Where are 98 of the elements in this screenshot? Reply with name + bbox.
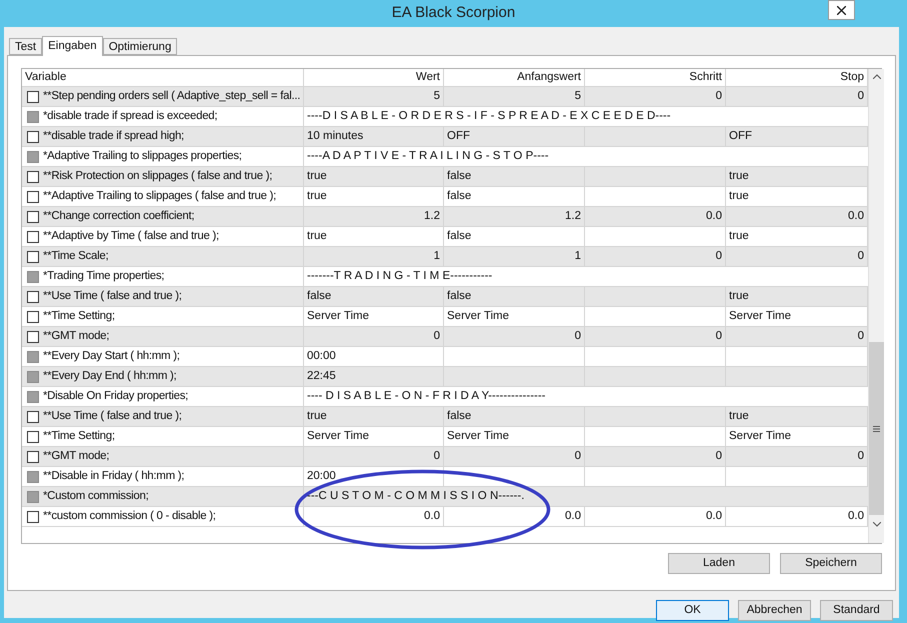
column-header[interactable]: Schritt — [585, 69, 726, 86]
grip-icon — [873, 426, 880, 432]
variable-name: **Adaptive by Time ( false and true ); — [43, 228, 219, 244]
table-cell: 0 — [585, 447, 726, 466]
section-divider-text: ----A D A P T I V E - T R A I L I N G - S T O P---- — [306, 148, 550, 164]
table-cell: 0.0 — [304, 507, 444, 526]
table-cell: 0 — [585, 87, 726, 106]
variable-name: **disable trade if spread high; — [43, 128, 184, 144]
column-header[interactable]: Wert — [304, 69, 444, 86]
scrollbar-thumb[interactable] — [869, 342, 884, 515]
table-cell: 10 minutes — [304, 127, 444, 146]
window-title: EA Black Scorpion — [392, 3, 516, 24]
table-cell: 0 — [585, 247, 726, 266]
table-cell: 5 — [304, 87, 444, 106]
table-cell: 20:00 — [304, 467, 444, 486]
table-cell: 0 — [585, 327, 726, 346]
table-cell: 1.2 — [444, 207, 585, 226]
variable-name: **Disable in Friday ( hh:mm ); — [43, 468, 184, 484]
variable-name: **Step pending orders sell ( Adaptive_step_sell = fal... — [43, 88, 300, 104]
section-divider-text: ----D I S A B L E - O R D E R S - I F - S P R E A D - E X C E E D E D---- — [306, 108, 672, 124]
row-checkbox[interactable] — [27, 230, 39, 242]
table-cell: OFF — [444, 127, 585, 146]
table-cell: Server Time — [304, 307, 444, 326]
section-divider-text: ---- D I S A B L E - O N - F R I D A Y--------------- — [306, 388, 547, 404]
variable-name: **Time Setting; — [43, 428, 115, 444]
panel-button[interactable]: Laden — [668, 553, 770, 574]
row-checkbox[interactable] — [27, 90, 39, 102]
section-divider-text: ---C U S T O M - C O M M I S S I O N------. — [306, 488, 526, 504]
tab[interactable]: Optimierung — [102, 38, 178, 55]
variable-name: **Time Setting; — [43, 308, 115, 324]
table-cell: 0.0 — [585, 507, 726, 526]
table-cell: 0 — [444, 447, 585, 466]
table-cell: 1 — [444, 247, 585, 266]
row-checkbox[interactable] — [27, 310, 39, 322]
variable-name: *Adaptive Trailing to slippages properties; — [43, 148, 242, 164]
row-checkbox[interactable] — [27, 330, 39, 342]
variable-name: *Custom commission; — [43, 488, 148, 504]
variable-name: **Every Day Start ( hh:mm ); — [43, 348, 180, 364]
column-header[interactable]: Variable — [22, 69, 304, 86]
variable-name: *disable trade if spread is exceeded; — [43, 108, 218, 124]
table-cell: false — [444, 227, 585, 246]
row-checkbox[interactable] — [27, 210, 39, 222]
variable-name: **GMT mode; — [43, 328, 110, 344]
table-cell: 0 — [304, 327, 444, 346]
variable-name: **custom commission ( 0 - disable ); — [43, 508, 216, 524]
column-header[interactable]: Anfangswert — [444, 69, 585, 86]
variable-name: **Every Day End ( hh:mm ); — [43, 368, 176, 384]
table-cell: false — [444, 287, 585, 306]
table-cell: 0 — [304, 447, 444, 466]
variable-name: *Disable On Friday properties; — [43, 388, 188, 404]
dialog-button[interactable]: Abbrechen — [738, 600, 811, 621]
table-cell: Server Time — [444, 427, 585, 446]
close-button[interactable] — [828, 0, 855, 20]
variable-name: **Use Time ( false and true ); — [43, 288, 182, 304]
variable-name: **Use Time ( false and true ); — [43, 408, 182, 424]
table-cell: 5 — [444, 87, 585, 106]
table-cell: true — [304, 227, 444, 246]
table-cell: 1 — [304, 247, 444, 266]
row-checkbox[interactable] — [27, 410, 39, 422]
table-cell: 0 — [444, 327, 585, 346]
table-cell: false — [444, 187, 585, 206]
scroll-down-icon — [872, 522, 880, 527]
variable-name: **Adaptive Trailing to slippages ( false and true ); — [43, 188, 276, 204]
dialog-button[interactable]: OK — [656, 600, 729, 621]
row-checkbox[interactable] — [27, 170, 39, 182]
table-cell: true — [304, 187, 444, 206]
row-checkbox[interactable] — [27, 430, 39, 442]
row-checkbox[interactable] — [27, 130, 39, 142]
table-cell: Server Time — [304, 427, 444, 446]
dialog-button[interactable]: Standard — [820, 600, 893, 621]
row-checkbox[interactable] — [27, 250, 39, 262]
table-cell: false — [304, 287, 444, 306]
row-checkbox[interactable] — [27, 510, 39, 522]
table-cell: true — [304, 167, 444, 186]
scroll-up-icon — [872, 74, 880, 79]
variable-name: **Risk Protection on slippages ( false and true ); — [43, 168, 272, 184]
row-checkbox[interactable] — [27, 190, 39, 202]
table-cell: true — [304, 407, 444, 426]
variable-name: **GMT mode; — [43, 448, 110, 464]
close-icon — [837, 6, 846, 14]
table-cell: 00:00 — [304, 347, 444, 366]
table-cell: 0.0 — [585, 207, 726, 226]
scrollbar[interactable] — [868, 69, 884, 543]
variable-name: *Trading Time properties; — [43, 268, 164, 284]
tab[interactable]: Eingaben — [42, 36, 103, 56]
section-divider-text: -------T R A D I N G - T I M E----------- — [306, 268, 494, 284]
table-cell: 1.2 — [304, 207, 444, 226]
table-cell: 0.0 — [444, 507, 585, 526]
table-cell: Server Time — [444, 307, 585, 326]
table-cell: false — [444, 167, 585, 186]
variable-name: **Change correction coefficient; — [43, 208, 194, 224]
row-checkbox[interactable] — [27, 290, 39, 302]
table-cell: false — [444, 407, 585, 426]
table-cell: 22:45 — [304, 367, 444, 386]
variable-name: **Time Scale; — [43, 248, 108, 264]
tab[interactable]: Test — [9, 38, 42, 55]
row-checkbox[interactable] — [27, 450, 39, 462]
panel-button[interactable]: Speichern — [780, 553, 882, 574]
